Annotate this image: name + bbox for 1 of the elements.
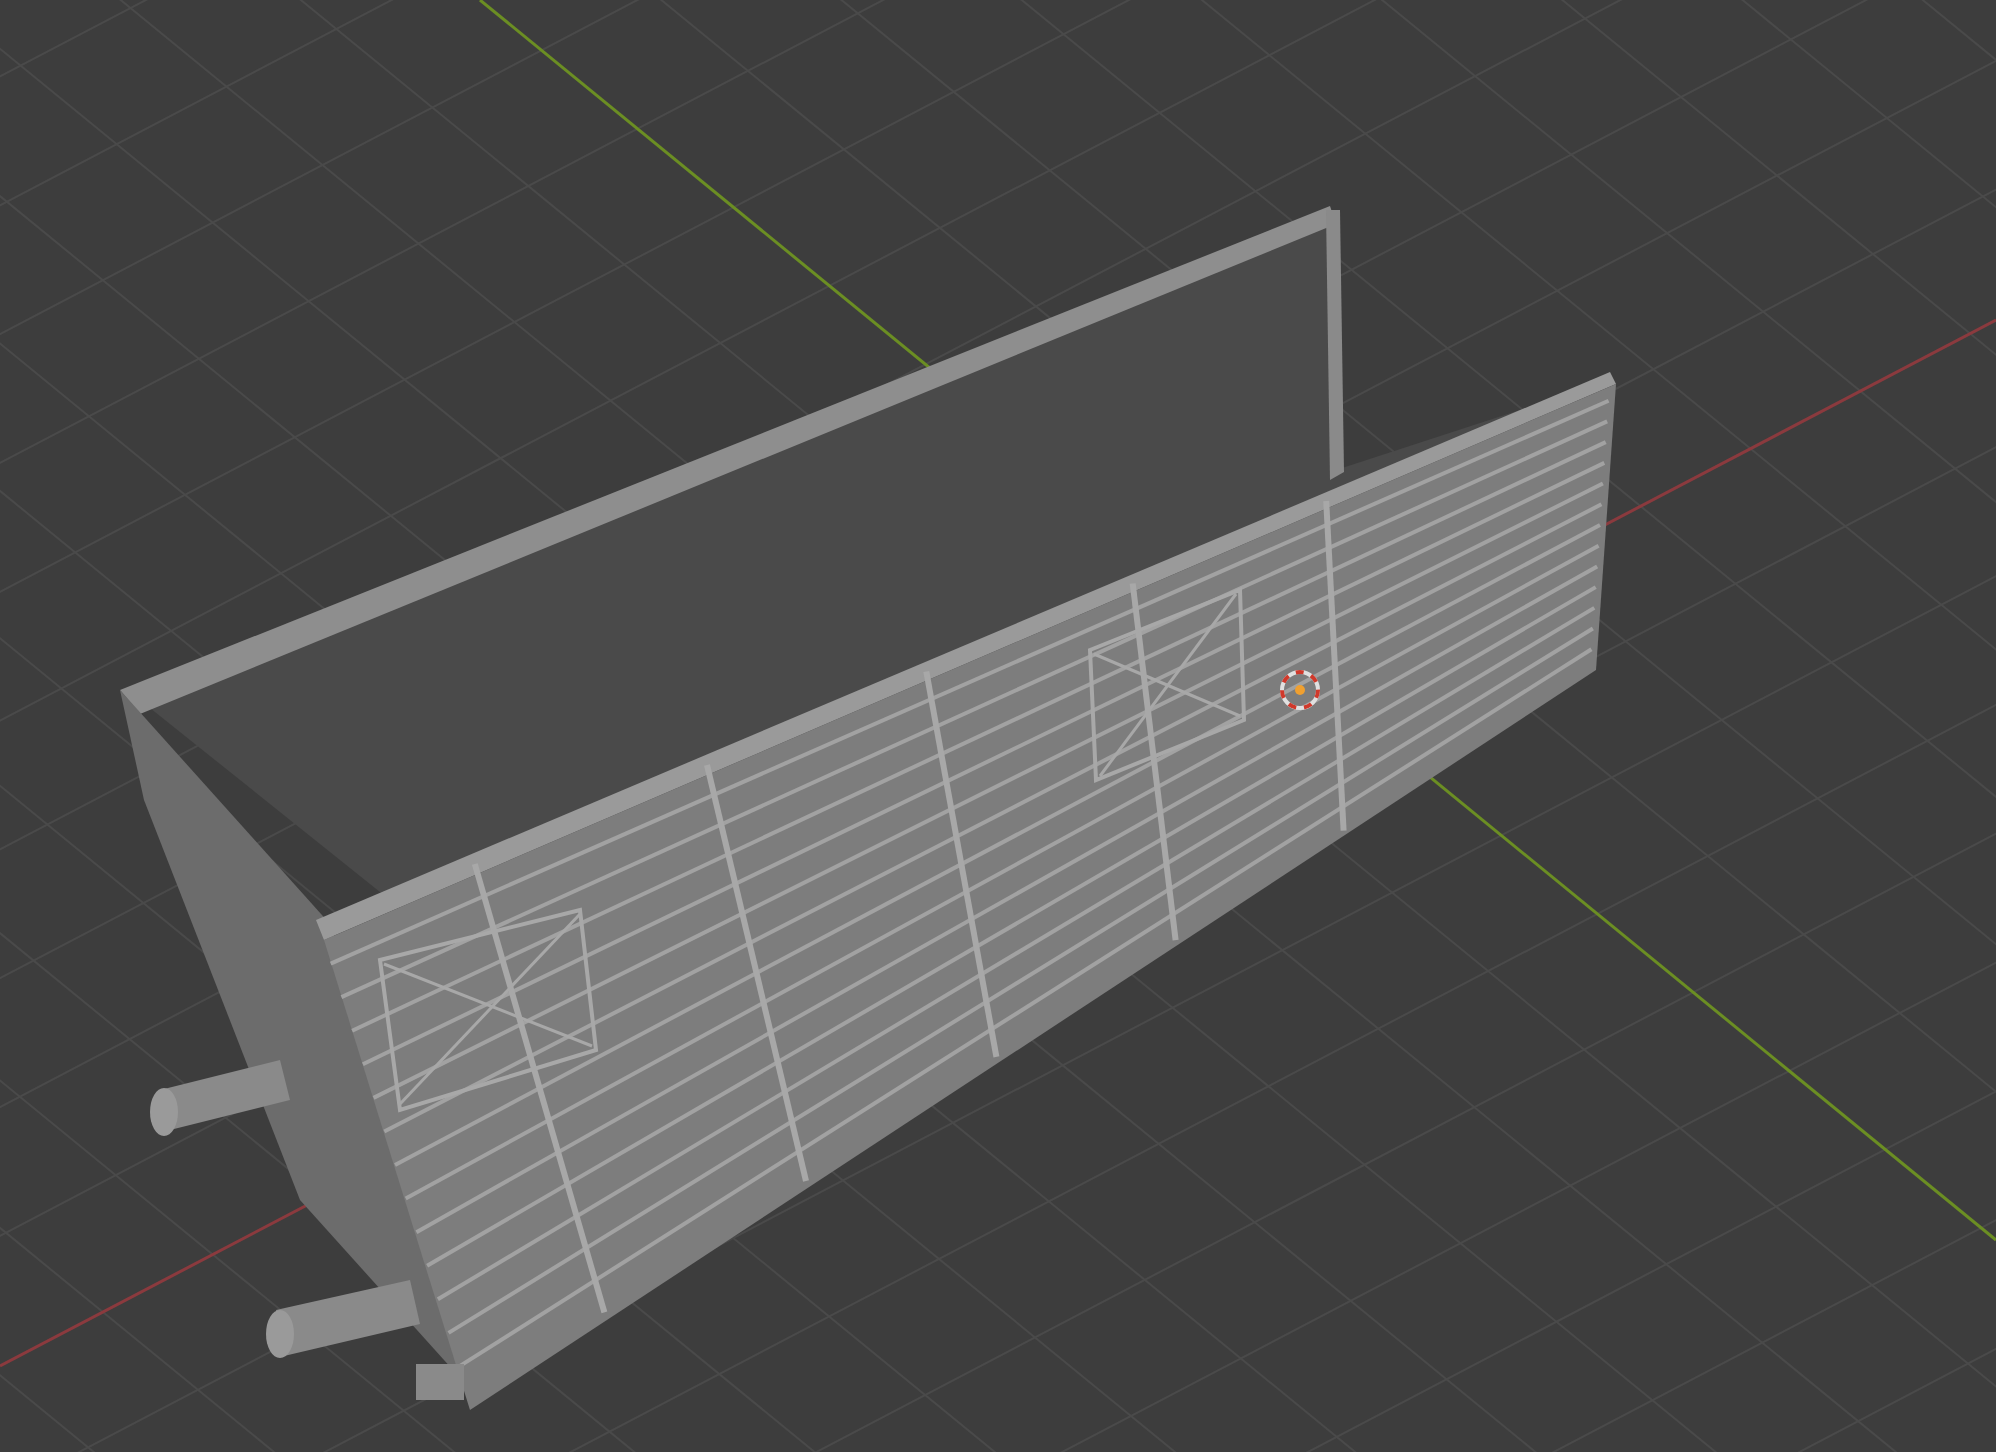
viewport-3d[interactable] (0, 0, 1996, 1452)
